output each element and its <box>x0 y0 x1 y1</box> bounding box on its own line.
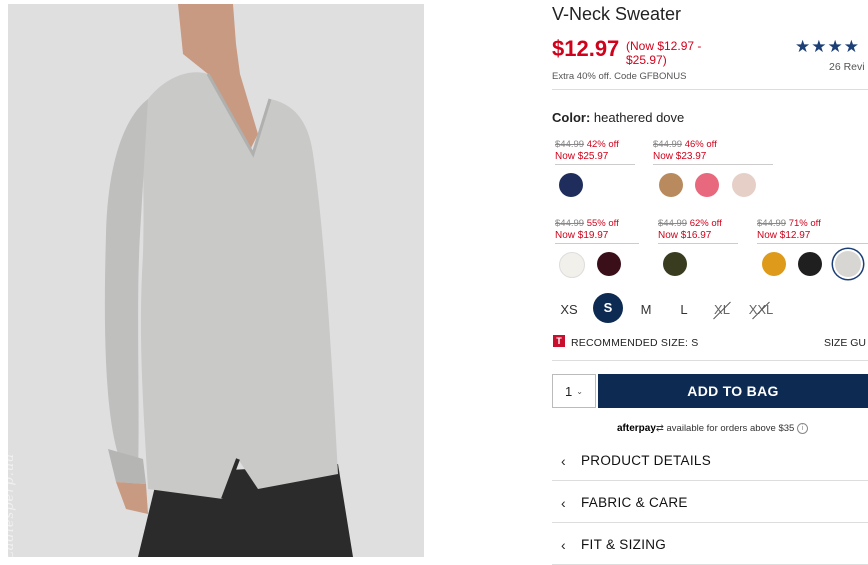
chevron-left-icon: ‹ <box>561 536 566 553</box>
size-m[interactable]: M <box>632 296 660 324</box>
size-xxl[interactable]: XXL <box>747 296 775 324</box>
color-swatch-camel[interactable] <box>659 173 683 197</box>
quantity-select[interactable]: 1 ⌄ <box>552 374 596 408</box>
afterpay-text: available for orders above $35 <box>666 423 795 435</box>
color-value: heathered dove <box>593 110 685 125</box>
color-swatch-pink[interactable] <box>695 173 719 197</box>
afterpay-arrows-icon: ⇄ <box>655 423 664 435</box>
accordion-label: FIT & SIZING <box>581 537 667 552</box>
discount: 46% off <box>684 139 717 150</box>
color-swatch-ivory[interactable] <box>559 252 585 278</box>
info-icon[interactable]: i <box>796 423 808 434</box>
color-swatch-burgundy[interactable] <box>597 252 621 276</box>
chevron-left-icon: ‹ <box>561 494 566 511</box>
divider <box>653 164 773 165</box>
sale-price: $12.97 <box>552 36 620 61</box>
price-range: (Now $12.97 - $25.97) <box>626 39 702 67</box>
price-group: $44.99 46% off Now $23.97 <box>653 139 773 165</box>
color-swatch-blush[interactable] <box>732 173 756 197</box>
recommended-size[interactable]: RECOMMENDED SIZE: S <box>571 337 698 349</box>
divider <box>555 164 635 165</box>
divider <box>552 89 868 90</box>
watermark: Ladiesperp.ua <box>2 452 17 560</box>
afterpay-logo: afterpay <box>617 423 656 435</box>
chevron-left-icon: ‹ <box>561 452 566 469</box>
price-group: $44.99 62% off Now $16.97 <box>658 218 738 244</box>
size-guide-link[interactable]: SIZE GU <box>824 337 866 349</box>
product-image[interactable] <box>8 4 424 557</box>
product-title: V-Neck Sweater <box>552 4 682 24</box>
size-l[interactable]: L <box>670 296 698 324</box>
group-price: Now $25.97 <box>555 151 609 162</box>
quantity-value: 1 <box>565 383 573 399</box>
divider <box>552 360 868 361</box>
true-fit-icon: T <box>553 335 565 347</box>
accordion-label: PRODUCT DETAILS <box>581 453 712 468</box>
color-swatch-navy[interactable] <box>559 173 583 197</box>
original-price: $44.99 <box>653 139 683 150</box>
reviews-link[interactable]: 26 Revi <box>829 61 865 73</box>
price-group: $44.99 55% off Now $19.97 <box>555 218 639 244</box>
divider <box>555 243 639 244</box>
accordion-fit-sizing[interactable]: ‹ FIT & SIZING <box>552 525 868 565</box>
discount: 71% off <box>788 218 821 229</box>
size-s[interactable]: S <box>593 293 623 323</box>
accordion-product-details[interactable]: ‹ PRODUCT DETAILS <box>552 441 868 481</box>
promo-text: Extra 40% off. Code GFBONUS <box>552 71 687 82</box>
group-price: Now $16.97 <box>658 230 712 241</box>
chevron-down-icon: ⌄ <box>576 386 583 396</box>
group-price: Now $12.97 <box>757 230 811 241</box>
size-xs[interactable]: XS <box>555 296 583 324</box>
color-label: Color: <box>552 110 591 125</box>
afterpay-note: afterpay⇄ available for orders above $35… <box>617 423 808 434</box>
original-price: $44.99 <box>555 139 585 150</box>
discount: 42% off <box>586 139 619 150</box>
rating-stars-icon[interactable]: ★★★★ <box>795 37 860 57</box>
price-group: $44.99 42% off Now $25.97 <box>555 139 635 165</box>
color-swatch-olive[interactable] <box>663 252 687 276</box>
color-swatch-mustard[interactable] <box>762 252 786 276</box>
price-group: $44.99 71% off Now $12.97 <box>757 218 868 244</box>
original-price: $44.99 <box>757 218 787 229</box>
accordion-fabric-care[interactable]: ‹ FABRIC & CARE <box>552 483 868 523</box>
size-xl[interactable]: XL <box>708 296 736 324</box>
divider <box>757 243 868 244</box>
original-price: $44.99 <box>555 218 585 229</box>
accordion-label: FABRIC & CARE <box>581 495 688 510</box>
original-price: $44.99 <box>658 218 688 229</box>
color-selection: Color: heathered dove <box>552 110 684 125</box>
color-swatch-black[interactable] <box>798 252 822 276</box>
discount: 55% off <box>586 218 619 229</box>
color-swatch-heathered-dove[interactable] <box>835 251 861 277</box>
group-price: Now $23.97 <box>653 151 707 162</box>
group-price: Now $19.97 <box>555 230 609 241</box>
divider <box>658 243 738 244</box>
add-to-bag-button[interactable]: ADD TO BAG <box>598 374 868 408</box>
discount: 62% off <box>689 218 722 229</box>
